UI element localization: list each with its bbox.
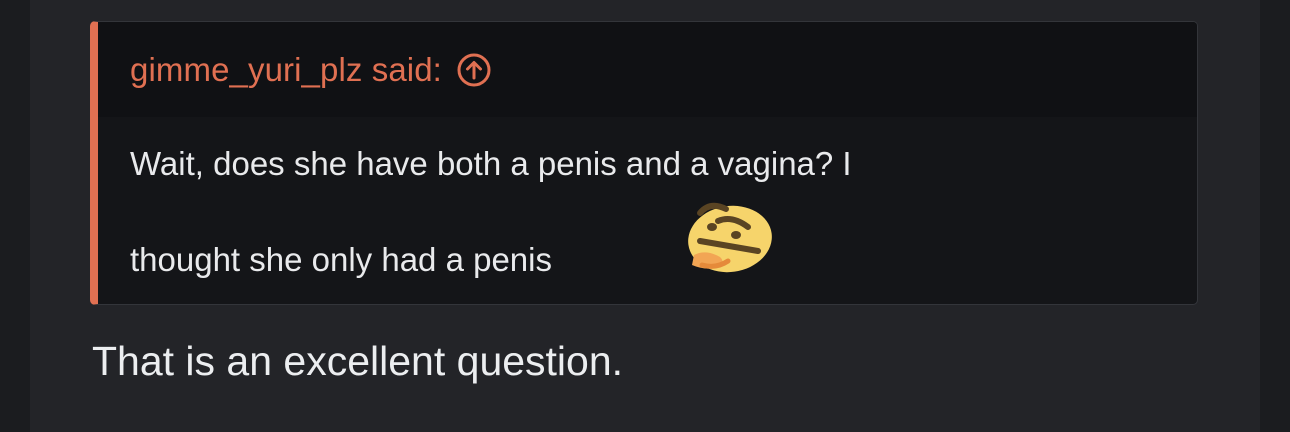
quote-author-label[interactable]: gimme_yuri_plz said: [130, 51, 442, 89]
thinking-emoji-icon [678, 197, 774, 281]
post-message: That is an excellent question. [92, 338, 624, 384]
page: gimme_yuri_plz said: Wait, does she have… [0, 0, 1290, 432]
quote-text-line: thought she only had a penis [130, 241, 552, 278]
quote-header: gimme_yuri_plz said: [98, 22, 1197, 117]
arrow-up-circle-icon[interactable] [456, 52, 492, 88]
blockquote: gimme_yuri_plz said: Wait, does she have… [90, 21, 1198, 305]
quote-text-line: Wait, does she have both a penis and a v… [130, 145, 852, 182]
